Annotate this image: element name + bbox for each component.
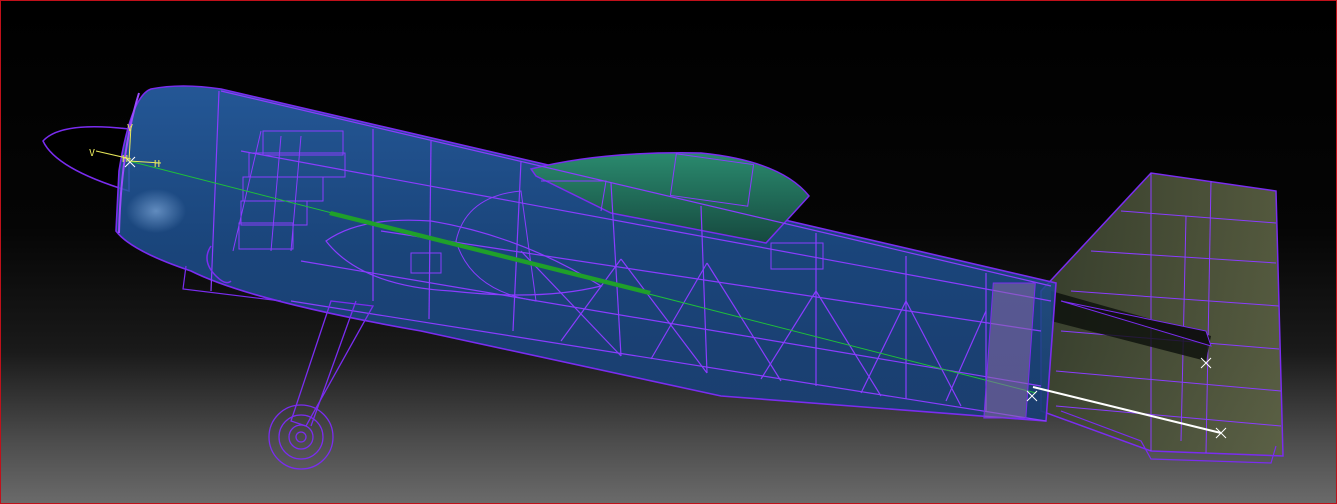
axis-label-h-right: H [154, 159, 160, 170]
axis-label-v-top: V [127, 123, 133, 134]
cad-3d-viewport[interactable]: V V H H [0, 0, 1337, 504]
tail-hinge-band [983, 282, 1036, 419]
spinner-cone [42, 125, 130, 193]
aircraft-model-scene[interactable]: V V H H [1, 1, 1337, 504]
nose-highlight [126, 189, 186, 233]
axis-label-v-left: V [89, 148, 95, 159]
landing-gear [268, 300, 375, 470]
axis-label-h-left: H [122, 154, 128, 165]
